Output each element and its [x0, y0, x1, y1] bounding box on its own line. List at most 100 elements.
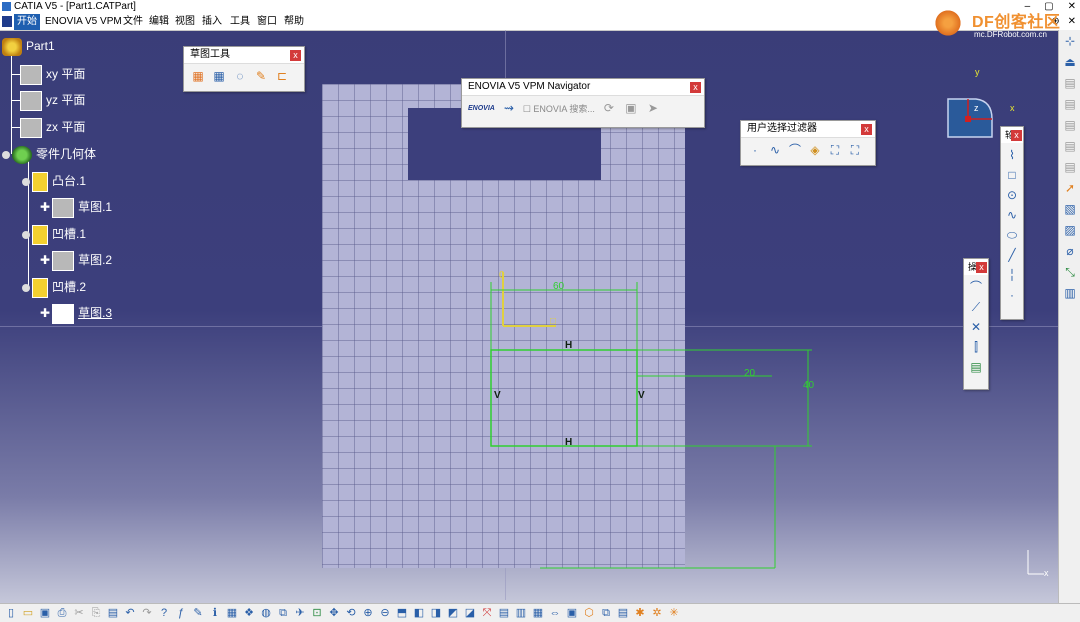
dim-width-label[interactable]: 60 [553, 281, 565, 292]
vpm-connect-icon[interactable]: ⇝ [501, 100, 517, 116]
dimensional-constraints-icon[interactable]: ⇔ [548, 606, 562, 620]
tree-item-sketch-1[interactable]: ✚ 草图.1 [40, 197, 112, 218]
operations-toolbar[interactable]: 操 x ⌒ ⟋ ✕ ⫿ ▤ [963, 258, 989, 390]
tree-item-pocket-1[interactable]: 凹槽.1 [22, 224, 86, 245]
feature-filter-icon[interactable]: ⛶ [827, 142, 843, 158]
properties-icon[interactable]: ▤ [616, 606, 630, 620]
trim-icon[interactable]: ✕ [968, 319, 984, 335]
send-icon[interactable]: ➤ [645, 100, 661, 116]
tree-item-yz-plane[interactable]: yz 平面 [20, 90, 85, 111]
line-icon[interactable]: ╱ [1004, 247, 1020, 263]
macro-icon[interactable]: ⧉ [276, 606, 290, 620]
surface-filter-icon[interactable]: ⌒ [787, 142, 803, 158]
tree-item-body[interactable]: 零件几何体 [2, 144, 96, 164]
tree-item-sketch-2[interactable]: ✚ 草图.2 [40, 250, 112, 271]
mirror-icon[interactable]: ⫿ [968, 339, 984, 355]
point-icon[interactable]: · [1004, 287, 1020, 303]
constraint-icon[interactable]: ✎ [253, 68, 269, 84]
enovia-search-button[interactable]: ☐ ENOVIA 搜索... [523, 102, 595, 115]
construction-icon[interactable]: ◌ [232, 68, 248, 84]
tree-item-pocket-2[interactable]: 凹槽.2 [22, 277, 86, 298]
normal-view-icon[interactable]: ⬒ [395, 606, 409, 620]
pad-tool-icon[interactable]: ▤ [1062, 75, 1078, 91]
curve-filter-icon[interactable]: ∿ [767, 142, 783, 158]
geometric-constraints-icon[interactable]: ▦ [531, 606, 545, 620]
exit-workbench-icon[interactable]: ⏏ [1062, 54, 1078, 70]
collapse-toggle-icon[interactable] [2, 150, 10, 159]
cut-icon[interactable]: ✂ [72, 606, 86, 620]
point-filter-icon[interactable]: · [747, 142, 763, 158]
tree-item-pad-1[interactable]: 凸台.1 [22, 171, 86, 192]
close-icon[interactable]: x [861, 124, 872, 135]
rectangle-icon[interactable]: □ [1004, 167, 1020, 183]
iso-view-icon[interactable]: ◧ [412, 606, 426, 620]
paste-icon[interactable]: ▤ [106, 606, 120, 620]
shaft-tool-icon[interactable]: ▤ [1062, 117, 1078, 133]
axis-icon[interactable]: ╎ [1004, 267, 1020, 283]
construction-element-icon[interactable]: ▥ [514, 606, 528, 620]
ellipse-icon[interactable]: ⬭ [1004, 227, 1020, 243]
collapse-toggle-icon[interactable] [22, 230, 30, 239]
spline-icon[interactable]: ∿ [1004, 207, 1020, 223]
new-file-icon[interactable]: ▯ [4, 606, 18, 620]
fit-all-icon[interactable]: ⊡ [310, 606, 324, 620]
expand-toggle-icon[interactable]: ✚ [40, 200, 50, 214]
tool-filter-icon[interactable]: ⛶ [847, 142, 863, 158]
knowledge-icon[interactable]: ✱ [633, 606, 647, 620]
dim-height-label[interactable]: 40 [803, 380, 815, 391]
hide-show-icon[interactable]: ◩ [446, 606, 460, 620]
compass-widget[interactable]: y x z [946, 67, 1015, 139]
copy-icon[interactable]: ⎘ [89, 606, 103, 620]
expand-toggle-icon[interactable]: ✚ [40, 306, 50, 320]
formula-icon[interactable]: ƒ [174, 606, 188, 620]
sketch-tool-icon[interactable]: ▧ [1062, 201, 1078, 217]
save-icon[interactable]: ▣ [38, 606, 52, 620]
print-icon[interactable]: ⎙ [55, 606, 69, 620]
cut-by-plane-icon[interactable]: ▤ [497, 606, 511, 620]
tree-item-xy-plane[interactable]: xy 平面 [20, 64, 85, 85]
check-icon[interactable]: ✳ [667, 606, 681, 620]
circle-icon[interactable]: ⊙ [1004, 187, 1020, 203]
pocket-tool-icon[interactable]: ▤ [1062, 96, 1078, 112]
shading-icon[interactable]: ◨ [429, 606, 443, 620]
fly-mode-icon[interactable]: ✈ [293, 606, 307, 620]
rule-icon[interactable]: ✲ [650, 606, 664, 620]
dim-offset-label[interactable]: 20 [744, 368, 756, 379]
undo-icon[interactable]: ↶ [123, 606, 137, 620]
positioned-sketch-icon[interactable]: ▨ [1062, 222, 1078, 238]
profile-icon[interactable]: ⌇ [1004, 147, 1020, 163]
close-icon[interactable]: x [1011, 130, 1022, 141]
select-arrow-icon[interactable]: ➚ [1062, 180, 1078, 196]
material-icon[interactable]: ◍ [259, 606, 273, 620]
sketch-rectangle[interactable] [490, 349, 638, 447]
filter-icon[interactable]: ⬡ [582, 606, 596, 620]
refresh-icon[interactable]: ⟳ [601, 100, 617, 116]
tree-item-sketch-3[interactable]: ✚ 草图.3 [40, 303, 112, 324]
rotate-icon[interactable]: ⟲ [344, 606, 358, 620]
swap-space-icon[interactable]: ◪ [463, 606, 477, 620]
close-icon[interactable]: x [290, 50, 301, 61]
info-icon[interactable]: ℹ [208, 606, 222, 620]
chamfer-icon[interactable]: ⟋ [968, 299, 984, 315]
sketch-analysis-icon[interactable]: ⤧ [480, 606, 494, 620]
grid-icon[interactable]: ▦ [190, 68, 206, 84]
dimension-icon[interactable]: ⊏ [274, 68, 290, 84]
sketch-tools-toolbar[interactable]: 草图工具 x ▦ ▦ ◌ ✎ ⊏ [183, 46, 305, 92]
pan-icon[interactable]: ✥ [327, 606, 341, 620]
hole-tool-icon[interactable]: ▤ [1062, 159, 1078, 175]
catalog-icon[interactable]: ❖ [242, 606, 256, 620]
close-icon[interactable]: x [690, 82, 701, 93]
visualization-icon[interactable]: ▣ [565, 606, 579, 620]
open-file-icon[interactable]: ▭ [21, 606, 35, 620]
snap-icon[interactable]: ▦ [211, 68, 227, 84]
zoom-out-icon[interactable]: ⊖ [378, 606, 392, 620]
expand-toggle-icon[interactable]: ✚ [40, 253, 50, 267]
corner-icon[interactable]: ⌒ [968, 279, 984, 295]
redo-icon[interactable]: ↷ [140, 606, 154, 620]
user-selection-filter-toolbar[interactable]: 用户选择过滤器 x · ∿ ⌒ ◈ ⛶ ⛶ [740, 120, 876, 166]
collapse-toggle-icon[interactable] [22, 283, 30, 292]
profile-toolbar[interactable]: 轮 x ⌇ □ ⊙ ∿ ⬭ ╱ ╎ · [1000, 126, 1024, 320]
comment-icon[interactable]: ✎ [191, 606, 205, 620]
whats-this-icon[interactable]: ? [157, 606, 171, 620]
table-tool-icon[interactable]: ▥ [1062, 285, 1078, 301]
